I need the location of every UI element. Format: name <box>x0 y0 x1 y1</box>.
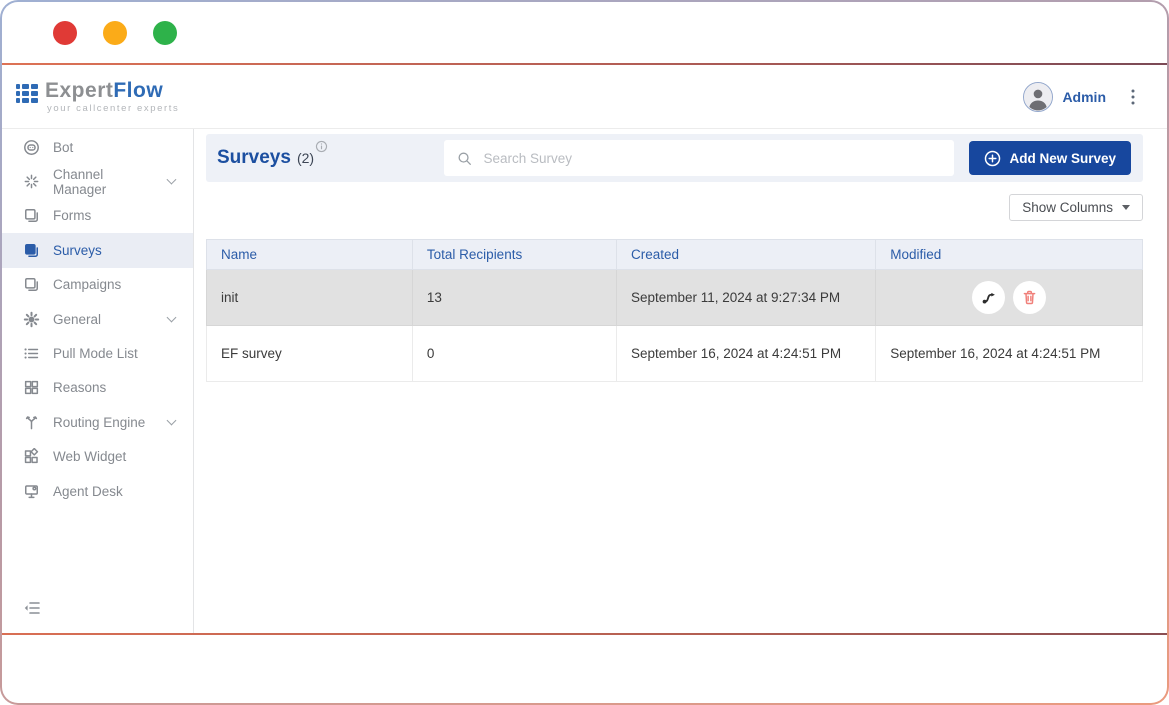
sidebar-item-surveys[interactable]: Surveys <box>2 233 193 267</box>
cell-created: September 16, 2024 at 4:24:51 PM <box>616 326 875 382</box>
sidebar-item-label: Channel Manager <box>53 167 155 197</box>
delete-button[interactable] <box>1013 281 1046 314</box>
list-icon <box>23 345 40 362</box>
close-window-button[interactable] <box>53 21 77 45</box>
minimize-window-button[interactable] <box>103 21 127 45</box>
add-new-survey-button[interactable]: Add New Survey <box>969 141 1131 175</box>
caret-down-icon <box>1122 205 1130 210</box>
cell-created: September 11, 2024 at 9:27:34 PM <box>616 270 875 326</box>
logo-text: ExpertFlow your callcenter experts <box>45 80 179 114</box>
window: ExpertFlow your callcenter experts Admin… <box>2 2 1167 703</box>
collapse-sidebar-button[interactable] <box>23 599 41 617</box>
page-title: Surveys <box>217 146 291 170</box>
surveys-table: NameTotal RecipientsCreatedModified init… <box>206 239 1143 382</box>
bot-icon <box>23 139 40 156</box>
sidebar-item-pull-mode-list[interactable]: Pull Mode List <box>2 336 193 370</box>
sidebar-item-campaigns[interactable]: Campaigns <box>2 268 193 302</box>
cell-modified <box>876 270 1143 326</box>
sidebar-item-forms[interactable]: Forms <box>2 199 193 233</box>
columns-row: Show Columns <box>206 194 1143 221</box>
widgets-icon <box>23 448 40 465</box>
column-header-created: Created <box>616 240 875 270</box>
column-header-modified: Modified <box>876 240 1143 270</box>
info-icon[interactable] <box>315 140 328 153</box>
maximize-window-button[interactable] <box>153 21 177 45</box>
page-header-band: Surveys (2) <box>206 134 1143 182</box>
sidebar-item-bot[interactable]: Bot <box>2 130 193 164</box>
chevron-down-icon <box>167 312 177 322</box>
sidebar-item-label: Forms <box>53 208 91 223</box>
cell-total_recipients: 0 <box>412 326 616 382</box>
content-bottom-divider <box>2 633 1167 635</box>
chevron-down-icon <box>167 415 177 425</box>
campaigns-icon <box>23 276 40 293</box>
add-new-survey-label: Add New Survey <box>1009 151 1116 166</box>
sidebar-item-agent-desk[interactable]: Agent Desk <box>2 474 193 508</box>
plus-circle-icon <box>984 150 1001 167</box>
sidebar-item-label: Reasons <box>53 380 106 395</box>
table-row[interactable]: EF survey0September 16, 2024 at 4:24:51 … <box>207 326 1143 382</box>
window-titlebar <box>2 2 1167 63</box>
sidebar-item-label: Campaigns <box>53 277 121 292</box>
gear-icon <box>23 311 40 328</box>
page-count: (2) <box>297 146 314 170</box>
search-survey-input[interactable] <box>483 151 941 166</box>
search-box <box>444 140 954 176</box>
sidebar-item-label: Web Widget <box>53 449 126 464</box>
sidebar-item-label: Surveys <box>53 243 102 258</box>
forms-icon <box>23 207 40 224</box>
sidebar-item-general[interactable]: General <box>2 302 193 336</box>
cell-total_recipients: 13 <box>412 270 616 326</box>
app-header: ExpertFlow your callcenter experts Admin <box>2 65 1167 129</box>
user-area: Admin <box>1023 82 1141 112</box>
channel-manager-icon <box>23 173 40 190</box>
chevron-down-icon <box>167 175 177 185</box>
show-columns-button[interactable]: Show Columns <box>1009 194 1143 221</box>
surveys-table-body: init13September 11, 2024 at 9:27:34 PMEF… <box>207 270 1143 382</box>
sidebar: Bot Channel Manager Forms Surveys Campaigns G… <box>2 129 194 633</box>
column-header-total-recipients: Total Recipients <box>412 240 616 270</box>
user-name[interactable]: Admin <box>1062 89 1106 105</box>
page-title-group: Surveys (2) <box>217 146 328 170</box>
logo-word-primary: Expert <box>45 79 113 102</box>
table-row[interactable]: init13September 11, 2024 at 9:27:34 PM <box>207 270 1143 326</box>
surveys-icon <box>23 242 40 259</box>
desk-icon <box>23 483 40 500</box>
kebab-menu-icon[interactable] <box>1125 88 1141 106</box>
sidebar-item-label: Bot <box>53 140 73 155</box>
grid-icon <box>23 379 40 396</box>
row-actions <box>890 281 1128 314</box>
window-frame: ExpertFlow your callcenter experts Admin… <box>0 0 1169 705</box>
sidebar-item-label: Agent Desk <box>53 484 123 499</box>
sidebar-item-label: Routing Engine <box>53 415 145 430</box>
column-header-name: Name <box>207 240 413 270</box>
sidebar-item-label: General <box>53 312 101 327</box>
logo-word-secondary: Flow <box>113 79 163 102</box>
sidebar-items: Bot Channel Manager Forms Surveys Campaigns G… <box>2 130 193 508</box>
logo-tagline: your callcenter experts <box>45 103 179 114</box>
surveys-table-header: NameTotal RecipientsCreatedModified <box>207 240 1143 270</box>
expertflow-logo: ExpertFlow your callcenter experts <box>16 80 179 114</box>
cell-modified: September 16, 2024 at 4:24:51 PM <box>876 326 1143 382</box>
route-button[interactable] <box>972 281 1005 314</box>
show-columns-label: Show Columns <box>1022 200 1113 215</box>
sidebar-item-channel-manager[interactable]: Channel Manager <box>2 164 193 198</box>
cell-name: EF survey <box>207 326 413 382</box>
expertflow-logo-icon <box>16 84 38 103</box>
sidebar-item-reasons[interactable]: Reasons <box>2 371 193 405</box>
app-body: Bot Channel Manager Forms Surveys Campaigns G… <box>2 129 1167 633</box>
routing-icon <box>23 414 40 431</box>
sidebar-item-label: Pull Mode List <box>53 346 138 361</box>
sidebar-item-web-widget[interactable]: Web Widget <box>2 440 193 474</box>
main-content: Surveys (2) <box>194 129 1167 633</box>
avatar[interactable] <box>1023 82 1053 112</box>
search-icon <box>457 151 472 166</box>
cell-name: init <box>207 270 413 326</box>
sidebar-item-routing-engine[interactable]: Routing Engine <box>2 405 193 439</box>
